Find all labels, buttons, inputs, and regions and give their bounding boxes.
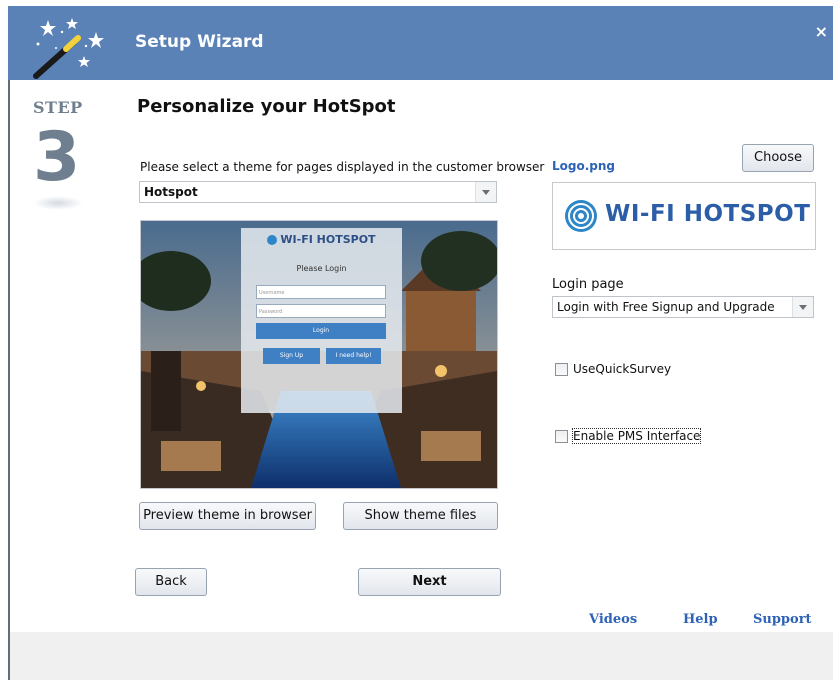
- theme-select-label: Please select a theme for pages displaye…: [140, 160, 545, 174]
- preview-login-card: WI-FI HOTSPOT Please Login Username Pass…: [241, 228, 402, 413]
- magic-wand-icon: [33, 18, 104, 79]
- chevron-down-icon[interactable]: [792, 297, 813, 317]
- pms-interface-checkbox[interactable]: [555, 430, 568, 443]
- theme-select[interactable]: Hotspot: [139, 181, 497, 203]
- preview-please-login: Please Login: [296, 264, 347, 273]
- preview-help-button: I need help!: [326, 348, 381, 364]
- page-title: Personalize your HotSpot: [137, 96, 396, 117]
- show-theme-files-button[interactable]: Show theme files: [343, 502, 498, 530]
- next-button[interactable]: Next: [358, 568, 501, 596]
- choose-logo-button[interactable]: Choose: [742, 144, 814, 172]
- login-page-select-value: Login with Free Signup and Upgrade: [557, 300, 775, 314]
- preview-theme-button[interactable]: Preview theme in browser: [139, 502, 316, 530]
- logo-filename: Logo.png: [552, 159, 616, 173]
- login-page-label: Login page: [552, 277, 624, 292]
- window-left-border: [8, 80, 10, 680]
- preview-login-button: Login: [256, 323, 386, 339]
- videos-link[interactable]: Videos: [589, 612, 637, 627]
- logo-text: WI-FI HOTSPOT: [605, 201, 811, 227]
- theme-select-value: Hotspot: [144, 185, 198, 199]
- theme-preview-image: WI-FI HOTSPOT Please Login Username Pass…: [140, 220, 498, 489]
- help-link[interactable]: Help: [683, 612, 718, 627]
- preview-password-field: Password: [256, 304, 386, 318]
- close-button[interactable]: ×: [815, 22, 828, 41]
- support-link[interactable]: Support: [753, 612, 812, 627]
- setup-wizard-window: Setup Wizard × STEP 3 Personalize your H…: [0, 0, 833, 680]
- quick-survey-label[interactable]: UseQuickSurvey: [573, 362, 671, 376]
- step-number-reflection: [33, 196, 83, 210]
- step-number: 3: [33, 118, 81, 197]
- preview-username-field: Username: [256, 285, 386, 299]
- preview-brand-text: WI-FI HOTSPOT: [280, 233, 376, 246]
- wifi-signal-icon: [267, 235, 278, 245]
- preview-signup-button: Sign Up: [263, 348, 320, 364]
- back-button[interactable]: Back: [135, 568, 207, 596]
- pms-interface-label[interactable]: Enable PMS Interface: [571, 428, 702, 444]
- preview-brand: WI-FI HOTSPOT: [241, 233, 402, 246]
- chevron-down-icon[interactable]: [475, 182, 496, 202]
- wifi-signal-icon: [565, 200, 597, 232]
- logo-preview: WI-FI HOTSPOT: [552, 182, 816, 250]
- footer-bar: [10, 632, 833, 680]
- login-page-select[interactable]: Login with Free Signup and Upgrade: [552, 296, 814, 318]
- window-title: Setup Wizard: [135, 32, 264, 52]
- quick-survey-checkbox[interactable]: [555, 363, 568, 376]
- step-label: STEP: [33, 98, 83, 117]
- title-bar: Setup Wizard ×: [8, 6, 833, 80]
